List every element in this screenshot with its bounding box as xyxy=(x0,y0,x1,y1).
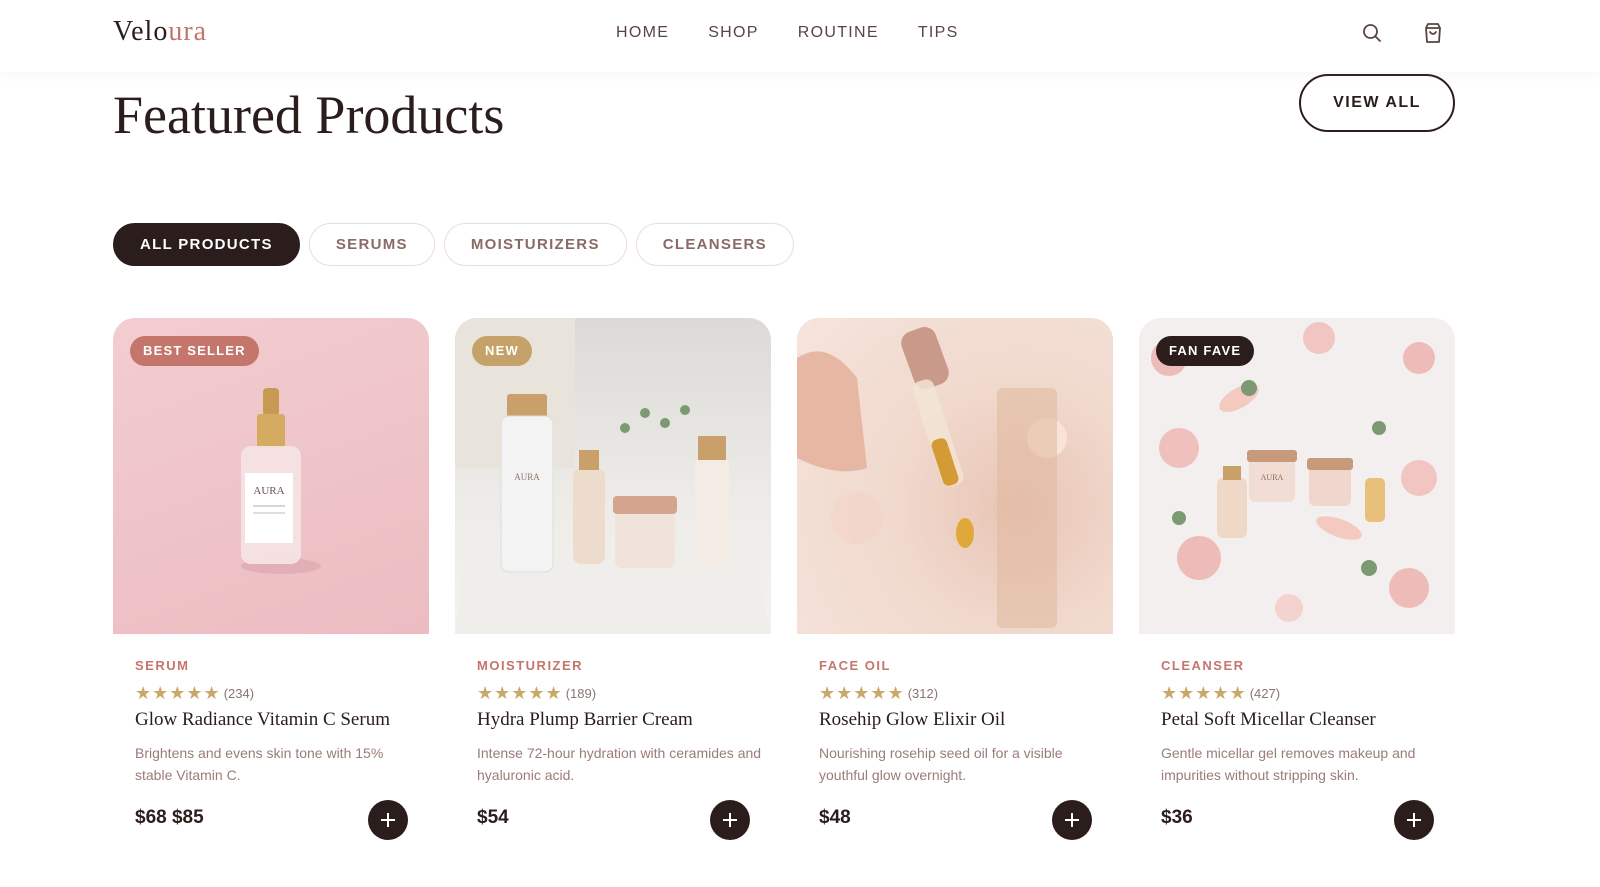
brand-name-part-2: ura xyxy=(168,16,208,47)
product-price: $36 xyxy=(1161,807,1193,828)
star-rating-icon: ★★★★★ xyxy=(477,683,563,703)
fan-fave-badge: FAN FAVE xyxy=(1156,336,1255,366)
product-category: CLEANSER xyxy=(1161,658,1245,673)
product-rating: ★★★★★ (312) xyxy=(819,683,938,704)
category-filters: ALL PRODUCTS SERUMS MOISTURIZERS CLEANSE… xyxy=(113,223,803,266)
add-to-cart-button[interactable] xyxy=(1052,800,1092,840)
product-name[interactable]: Rosehip Glow Elixir Oil xyxy=(819,709,1005,731)
product-name[interactable]: Hydra Plump Barrier Cream xyxy=(477,709,693,731)
add-to-cart-button[interactable] xyxy=(710,800,750,840)
dropper-illustration xyxy=(797,327,1067,628)
product-image[interactable] xyxy=(797,318,1113,634)
nav-shop[interactable]: SHOP xyxy=(708,24,759,42)
filter-cleansers[interactable]: CLEANSERS xyxy=(635,223,794,266)
product-card[interactable]: AURA BEST SELLER SERUM ★★★★★ (234) Glow … xyxy=(113,318,429,840)
product-image[interactable]: AURA FAN FAVE xyxy=(1139,318,1455,634)
section-title: Featured Products xyxy=(113,85,505,145)
nav-tips[interactable]: TIPS xyxy=(918,24,959,42)
product-rating: ★★★★★ (427) xyxy=(1161,683,1280,704)
product-image[interactable]: AURA BEST SELLER xyxy=(113,318,429,634)
filter-serums[interactable]: SERUMS xyxy=(308,223,435,266)
star-rating-icon: ★★★★★ xyxy=(135,683,221,703)
brand-logo[interactable]: Veloura xyxy=(113,16,207,48)
product-image[interactable]: AURA NEW xyxy=(455,318,771,634)
product-category: FACE OIL xyxy=(819,658,891,673)
review-count: (427) xyxy=(1249,686,1281,701)
bottle-label-text: AURA xyxy=(514,472,540,482)
product-category: MOISTURIZER xyxy=(477,658,584,673)
product-name[interactable]: Glow Radiance Vitamin C Serum xyxy=(135,709,390,731)
product-description: Gentle micellar gel removes makeup and i… xyxy=(1161,745,1416,783)
best-seller-badge: BEST SELLER xyxy=(130,336,259,366)
view-all-button[interactable]: VIEW ALL xyxy=(1299,74,1455,132)
review-count: (189) xyxy=(565,686,597,701)
star-rating-icon: ★★★★★ xyxy=(1161,683,1247,703)
main-nav: HOME SHOP ROUTINE TIPS xyxy=(616,24,998,42)
add-to-cart-button[interactable] xyxy=(1394,800,1434,840)
add-to-cart-button[interactable] xyxy=(368,800,408,840)
search-icon[interactable] xyxy=(1360,21,1384,45)
review-count: (234) xyxy=(223,686,255,701)
product-card[interactable]: FACE OIL ★★★★★ (312) Rosehip Glow Elixir… xyxy=(797,318,1113,840)
nav-home[interactable]: HOME xyxy=(616,24,669,42)
product-price: $54 xyxy=(477,807,509,828)
product-rating: ★★★★★ (234) xyxy=(135,683,254,704)
product-category: SERUM xyxy=(135,658,190,673)
bottle-label-text: AURA xyxy=(253,485,284,497)
product-rating: ★★★★★ (189) xyxy=(477,683,596,704)
product-card[interactable]: AURA FAN FAVE CLEANSER ★★★★★ (427) Petal… xyxy=(1139,318,1455,840)
product-price: $48 xyxy=(819,807,851,828)
product-name[interactable]: Petal Soft Micellar Cleanser xyxy=(1161,709,1376,731)
star-rating-icon: ★★★★★ xyxy=(819,683,905,703)
nav-routine[interactable]: ROUTINE xyxy=(798,24,879,42)
product-description: Brightens and evens skin tone with 15% s… xyxy=(135,745,384,783)
brand-name-part-1: Velo xyxy=(113,16,169,47)
product-description: Nourishing rosehip seed oil for a visibl… xyxy=(819,745,1063,783)
product-card[interactable]: AURA NEW MOISTURIZER ★★★★★ (189) Hydra P… xyxy=(455,318,771,840)
product-price: $68 $85 xyxy=(135,807,204,828)
site-header: Veloura HOME SHOP ROUTINE TIPS xyxy=(0,0,1600,72)
new-badge: NEW xyxy=(472,336,532,366)
shopping-bag-icon[interactable] xyxy=(1421,21,1445,45)
filter-all-products[interactable]: ALL PRODUCTS xyxy=(113,223,300,266)
product-description: Intense 72-hour hydration with ceramides… xyxy=(477,745,762,783)
filter-moisturizers[interactable]: MOISTURIZERS xyxy=(443,223,627,266)
review-count: (312) xyxy=(907,686,939,701)
jar-label-text: AURA xyxy=(1261,473,1284,482)
